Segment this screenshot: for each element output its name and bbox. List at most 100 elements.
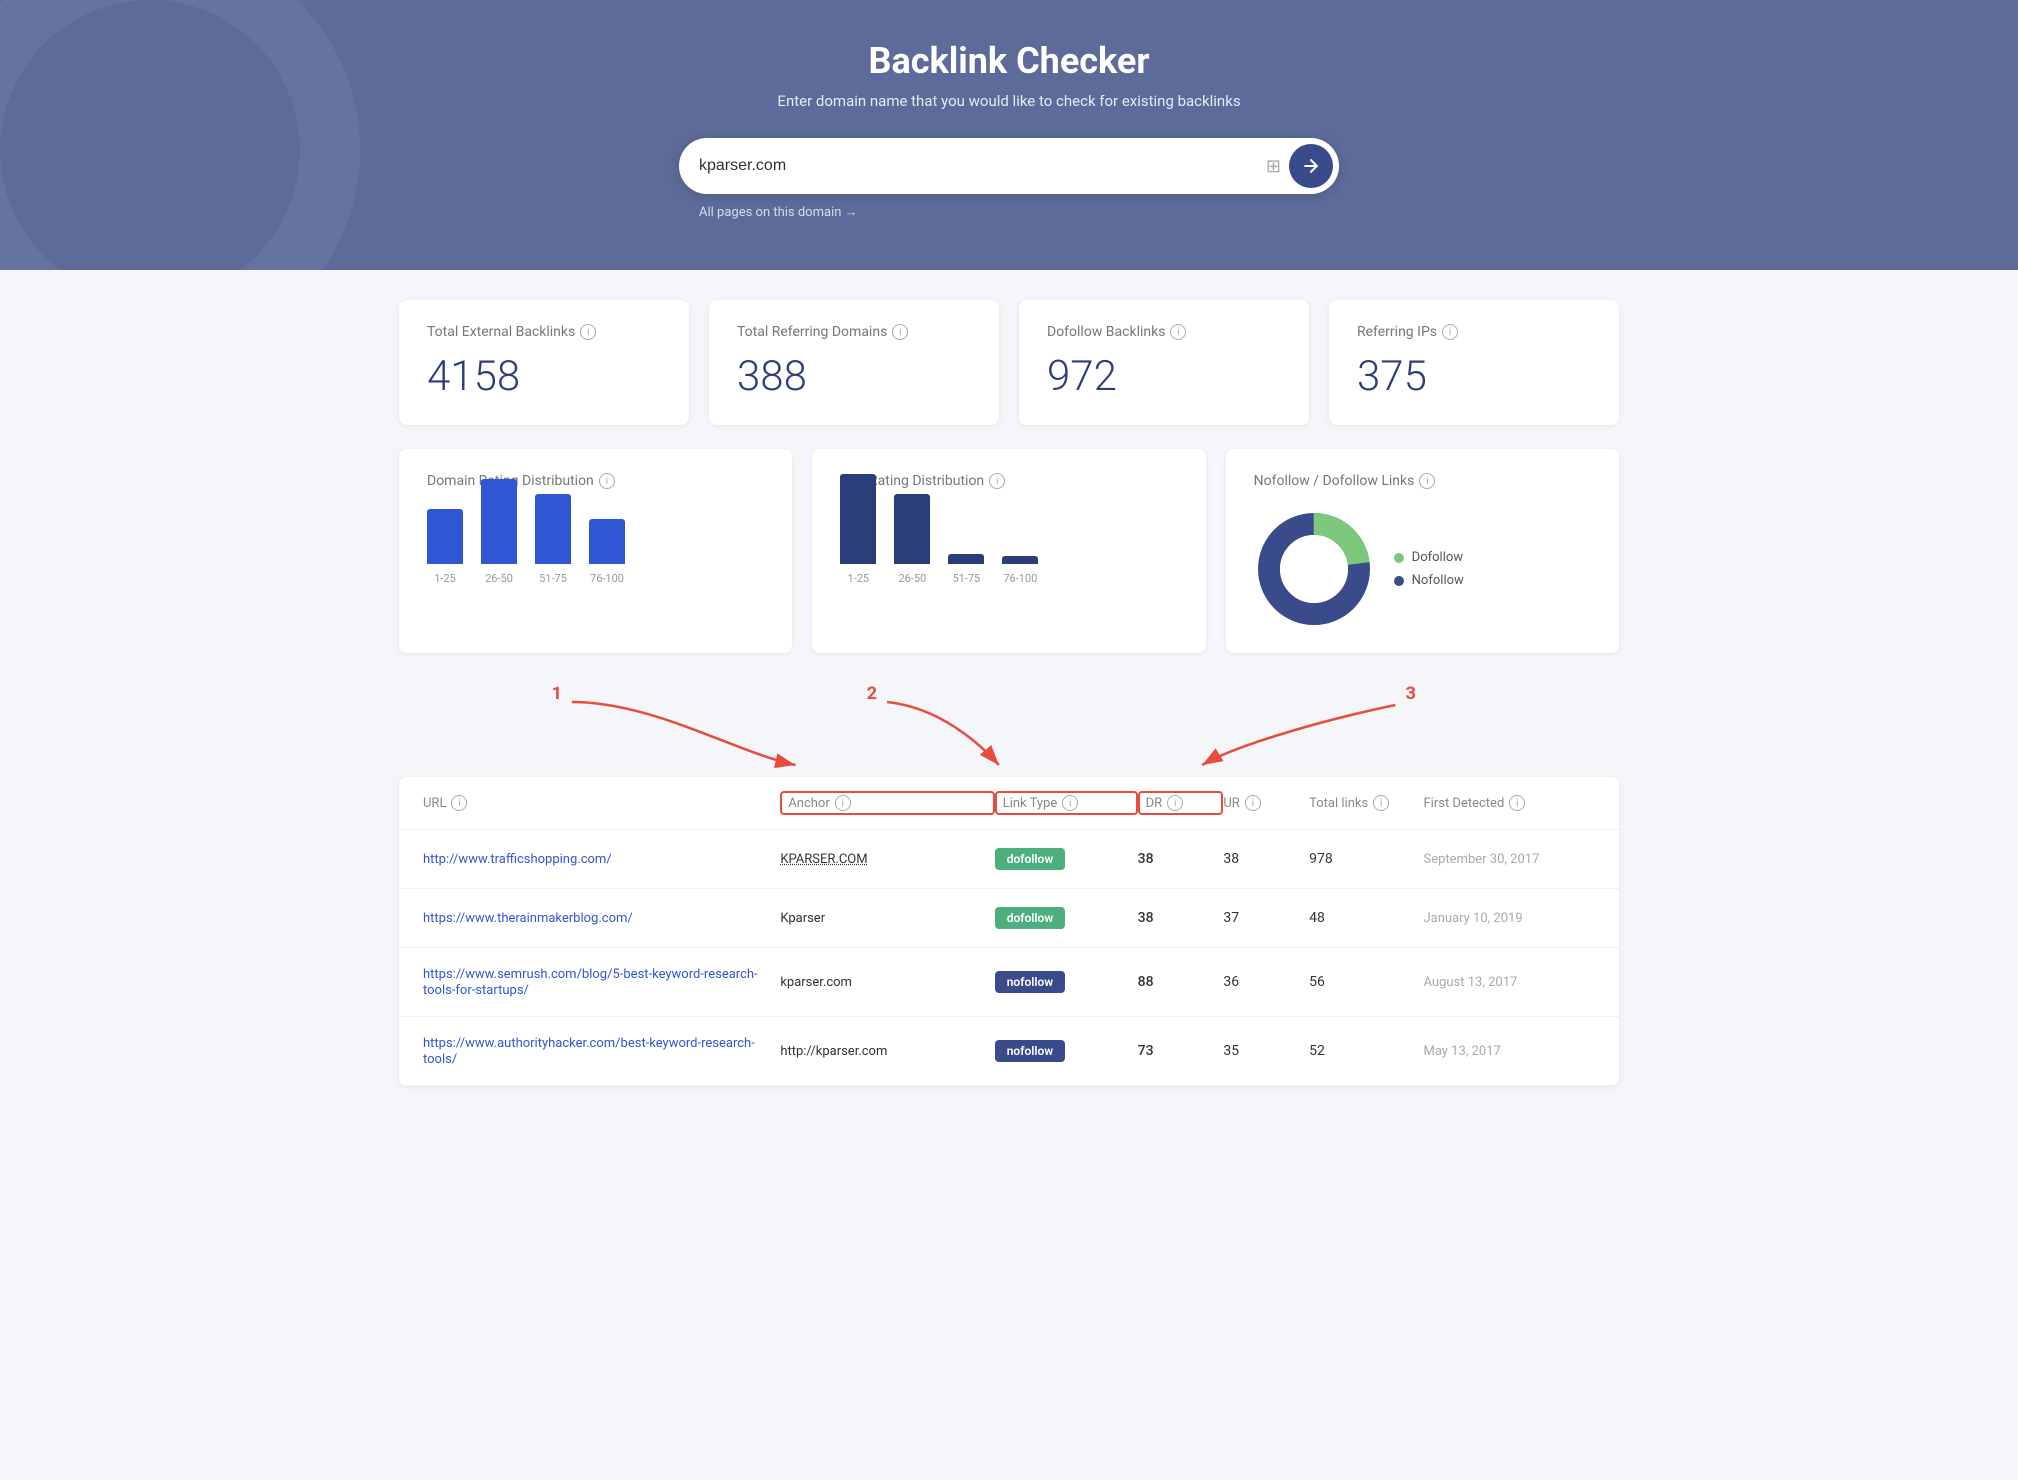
col-ur: UR i: [1223, 795, 1309, 811]
backlinks-table: URL i Anchor i Link Type i DR i UR i: [399, 777, 1619, 1086]
domain-rating-bar-chart: 1-2526-5051-7576-100: [427, 509, 764, 609]
clear-icon[interactable]: ⊞: [1266, 156, 1281, 177]
table-body: http://www.trafficshopping.com/ KPARSER.…: [399, 830, 1619, 1086]
info-icon-ips[interactable]: i: [1442, 324, 1458, 340]
info-icon-anchor[interactable]: i: [835, 795, 851, 811]
legend-nofollow: Nofollow: [1394, 573, 1464, 588]
col-url: URL i: [423, 795, 780, 811]
donut-title: Nofollow / Dofollow Links i: [1254, 473, 1591, 489]
links-cell: 52: [1309, 1043, 1423, 1059]
bar: [1002, 556, 1038, 564]
dr-cell: 38: [1138, 910, 1224, 926]
stat-label-dofollow: Dofollow Backlinks i: [1047, 324, 1281, 340]
linktype-cell: nofollow: [995, 971, 1138, 993]
links-cell: 48: [1309, 910, 1423, 926]
bar-group: 26-50: [894, 494, 930, 585]
donut-svg: [1254, 509, 1374, 629]
bar-label: 76-100: [1003, 572, 1037, 585]
url-link[interactable]: http://www.trafficshopping.com/: [423, 852, 612, 867]
url-link[interactable]: https://www.semrush.com/blog/5-best-keyw…: [423, 967, 758, 998]
domain-rating-chart: Domain Rating Distribution i 1-2526-5051…: [399, 449, 792, 653]
dr-cell: 73: [1138, 1043, 1224, 1059]
info-icon-ur[interactable]: i: [1245, 795, 1261, 811]
stat-value-ips: 375: [1357, 352, 1591, 401]
bar-group: 1-25: [840, 474, 876, 585]
bar-label: 51-75: [952, 572, 980, 585]
anchor-text: kparser.com: [780, 975, 852, 990]
links-cell: 978: [1309, 851, 1423, 867]
bar: [481, 479, 517, 564]
stats-row: Total External Backlinks i 4158 Total Re…: [399, 300, 1619, 425]
legend-dofollow: Dofollow: [1394, 550, 1464, 565]
info-icon-firstdetected[interactable]: i: [1509, 795, 1525, 811]
info-icon-url-rating[interactable]: i: [989, 473, 1005, 489]
date-cell: January 10, 2019: [1423, 911, 1595, 926]
anchor-text: KPARSER.COM: [780, 852, 867, 867]
search-bar: ⊞: [679, 138, 1339, 194]
info-icon-linktype[interactable]: i: [1062, 795, 1078, 811]
table-row: http://www.trafficshopping.com/ KPARSER.…: [399, 830, 1619, 889]
info-icon-domain-rating[interactable]: i: [599, 473, 615, 489]
stat-card-dofollow: Dofollow Backlinks i 972: [1019, 300, 1309, 425]
bar-group: 76-100: [1002, 556, 1038, 585]
info-icon-backlinks[interactable]: i: [580, 324, 596, 340]
anchor-cell: http://kparser.com: [780, 1044, 994, 1059]
linktype-badge: dofollow: [995, 848, 1066, 870]
ur-cell: 35: [1223, 1043, 1309, 1059]
page-subtitle: Enter domain name that you would like to…: [20, 92, 1998, 110]
search-button[interactable]: [1289, 144, 1333, 188]
stat-label-ips: Referring IPs i: [1357, 324, 1591, 340]
bar: [589, 519, 625, 564]
info-icon-domains[interactable]: i: [892, 324, 908, 340]
table-wrapper: 1 2 3 URL i: [399, 677, 1619, 1086]
linktype-badge: nofollow: [995, 971, 1065, 993]
info-icon-dr[interactable]: i: [1167, 795, 1183, 811]
dofollow-label: Dofollow: [1412, 550, 1463, 565]
dofollow-dot: [1394, 553, 1404, 563]
info-icon-url-col[interactable]: i: [451, 795, 467, 811]
svg-text:3: 3: [1406, 683, 1417, 704]
stat-card-domains: Total Referring Domains i 388: [709, 300, 999, 425]
annotation-area: 1 2 3: [399, 677, 1619, 777]
linktype-badge: dofollow: [995, 907, 1066, 929]
col-url-label: URL: [423, 796, 446, 811]
donut-legend: Dofollow Nofollow: [1394, 550, 1464, 588]
url-rating-bar-chart: 1-25 26-50 51-75 76-100: [840, 509, 1177, 609]
page-title: Backlink Checker: [20, 40, 1998, 82]
bar-label: 26-50: [485, 572, 513, 585]
search-hint[interactable]: All pages on this domain →: [679, 204, 1339, 220]
stat-value-dofollow: 972: [1047, 352, 1281, 401]
info-icon-donut[interactable]: i: [1419, 473, 1435, 489]
info-icon-totallinks[interactable]: i: [1373, 795, 1389, 811]
dr-cell: 38: [1138, 851, 1224, 867]
links-cell: 56: [1309, 974, 1423, 990]
bar: [427, 509, 463, 564]
bar: [535, 494, 571, 564]
linktype-cell: dofollow: [995, 848, 1138, 870]
col-anchor: Anchor i: [780, 791, 994, 815]
url-link[interactable]: https://www.therainmakerblog.com/: [423, 911, 633, 926]
info-icon-dofollow[interactable]: i: [1170, 324, 1186, 340]
charts-row: Domain Rating Distribution i 1-2526-5051…: [399, 449, 1619, 653]
bar-label: 1-25: [848, 572, 870, 585]
date-cell: September 30, 2017: [1423, 852, 1595, 867]
search-input[interactable]: [699, 157, 1266, 175]
url-cell: https://www.therainmakerblog.com/: [423, 910, 780, 926]
stat-value-backlinks: 4158: [427, 352, 661, 401]
url-link[interactable]: https://www.authorityhacker.com/best-key…: [423, 1036, 755, 1067]
col-dr: DR i: [1138, 791, 1224, 815]
url-rating-chart: URL Rating Distribution i 1-2526-5051-75…: [812, 449, 1205, 653]
stat-label-backlinks: Total External Backlinks i: [427, 324, 661, 340]
svg-text:2: 2: [867, 683, 878, 704]
anchor-cell: kparser.com: [780, 975, 994, 990]
bar: [840, 474, 876, 564]
col-totallinks: Total links i: [1309, 795, 1423, 811]
donut-chart-card: Nofollow / Dofollow Links i Dofollow: [1226, 449, 1619, 653]
url-cell: http://www.trafficshopping.com/: [423, 851, 780, 867]
main-content: Total External Backlinks i 4158 Total Re…: [379, 270, 1639, 1116]
bar-label: 26-50: [898, 572, 926, 585]
col-dr-label: DR: [1146, 796, 1163, 811]
svg-text:1: 1: [552, 683, 563, 704]
anchor-text: Kparser: [780, 911, 825, 926]
ur-cell: 36: [1223, 974, 1309, 990]
